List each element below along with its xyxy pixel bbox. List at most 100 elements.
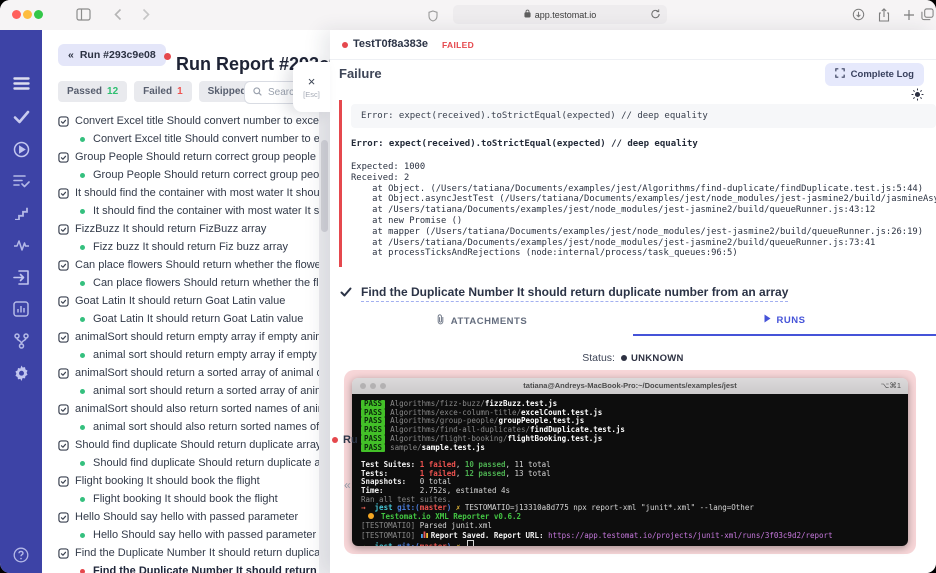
case-status-dot <box>80 389 85 394</box>
back-icon[interactable] <box>114 8 122 26</box>
test-suite-row[interactable]: animalSort should also return sorted nam… <box>42 400 330 418</box>
test-plans-icon[interactable] <box>0 168 42 194</box>
list-scrollbar[interactable] <box>319 82 330 573</box>
terminal-screenshot[interactable]: tatiana@Andreys-MacBook-Pro:~/Documents/… <box>352 378 908 546</box>
url-bar[interactable]: app.testomat.io <box>453 5 667 24</box>
filter-passed[interactable]: Passed 12 <box>58 81 127 102</box>
settings-gear-icon[interactable] <box>0 360 42 386</box>
new-tab-icon[interactable] <box>903 8 915 26</box>
test-suite-row[interactable]: Find the Duplicate Number It should retu… <box>42 544 330 562</box>
close-panel-button[interactable]: × [Esc] <box>293 62 330 112</box>
terminal-text: Test Suites: <box>361 460 415 469</box>
suite-icon <box>58 368 69 379</box>
help-icon[interactable] <box>0 542 42 568</box>
error-summary: Error: expect(received).toStrictEqual(ex… <box>351 104 936 128</box>
test-suite-row[interactable]: Group People Should return correct group… <box>42 148 330 166</box>
steps-icon[interactable] <box>0 200 42 226</box>
terminal-text: 2.752s, estimated 4s <box>420 486 510 495</box>
complete-log-button[interactable]: Complete Log <box>825 63 924 86</box>
import-icon[interactable] <box>0 264 42 290</box>
back-label: Run #293c9e08 <box>80 49 156 61</box>
test-case-row[interactable]: Flight booking It should book the flight <box>42 490 330 508</box>
close-window-button[interactable] <box>12 10 21 19</box>
suite-icon <box>58 548 69 559</box>
theme-sun-icon[interactable] <box>911 88 924 106</box>
case-status-dot <box>80 317 85 322</box>
stack-line: at Object.asyncJestTest (/Users/tatiana/… <box>351 194 936 205</box>
test-case-row[interactable]: Fizz buzz It should return Fiz buzz arra… <box>42 238 330 256</box>
forward-icon[interactable] <box>142 8 150 26</box>
suite-title: animalSort should return empty array if … <box>75 331 330 343</box>
test-suite-row[interactable]: Goat Latin It should return Goat Latin v… <box>42 292 330 310</box>
expand-icon <box>835 68 845 81</box>
tests-icon[interactable] <box>0 104 42 130</box>
test-suite-row[interactable]: It should find the container with most w… <box>42 184 330 202</box>
case-title: Convert Excel title Should convert numbe… <box>93 133 330 145</box>
collapse-icon[interactable]: « <box>344 478 351 492</box>
tab-overview-icon[interactable] <box>921 8 934 26</box>
zoom-window-button[interactable] <box>34 10 43 19</box>
case-title: Flight booking It should book the flight <box>93 493 278 505</box>
test-suite-row[interactable]: Flight booking It should book the flight <box>42 472 330 490</box>
suite-icon <box>58 296 69 307</box>
test-title[interactable]: Find the Duplicate Number It should retu… <box>361 285 788 302</box>
back-to-run-button[interactable]: « Run #293c9e08 <box>58 44 166 66</box>
terminal-text: 1 failed <box>420 469 456 478</box>
test-suite-row[interactable]: Hello Should say hello with passed param… <box>42 508 330 526</box>
case-title: Find the Duplicate Number It should retu… <box>93 565 330 573</box>
tab-attachments[interactable]: ATTACHMENTS <box>330 306 633 336</box>
suite-icon <box>58 188 69 199</box>
terminal-command: TESTOMATIO=j13310a8d775 npx report-xml "… <box>465 503 754 512</box>
test-suite-row[interactable]: animalSort should return empty array if … <box>42 328 330 346</box>
terminal-text: , <box>456 469 465 478</box>
terminal-text: flightBooking.test.js <box>507 434 602 443</box>
test-case-row[interactable]: Find the Duplicate Number It should retu… <box>42 562 330 573</box>
run-list-item-fragment: Ru <box>332 434 362 446</box>
branches-icon[interactable] <box>0 328 42 354</box>
test-case-row[interactable]: animal sort should also return sorted na… <box>42 418 330 436</box>
filter-chips: Passed 12 Failed 1 Skipped 0 <box>58 81 266 102</box>
tab-runs[interactable]: RUNS <box>633 306 936 336</box>
test-id[interactable]: TestT0f8a383e <box>353 38 428 50</box>
privacy-shield-icon[interactable] <box>428 9 438 27</box>
terminal-text: [TESTOMATIO] <box>361 521 415 530</box>
suite-icon <box>58 332 69 343</box>
stack-line: Expected: 1000 <box>351 162 936 173</box>
test-case-row[interactable]: Group People Should return correct group… <box>42 166 330 184</box>
test-suite-row[interactable]: FizzBuzz It should return FizBuzz array <box>42 220 330 238</box>
pulse-icon[interactable] <box>0 232 42 258</box>
menu-icon[interactable] <box>0 70 42 96</box>
downloads-icon[interactable] <box>852 8 865 26</box>
test-case-row[interactable]: animal sort should return empty array if… <box>42 346 330 364</box>
test-case-row[interactable]: Should find duplicate Should return dupl… <box>42 454 330 472</box>
share-icon[interactable] <box>878 8 890 27</box>
test-case-row[interactable]: Goat Latin It should return Goat Latin v… <box>42 310 330 328</box>
filter-failed[interactable]: Failed 1 <box>134 81 191 102</box>
suite-title: animalSort should also return sorted nam… <box>75 403 330 415</box>
sidebar-toggle-icon[interactable] <box>76 8 91 26</box>
failed-test-dot <box>342 42 348 48</box>
analytics-icon[interactable] <box>0 296 42 322</box>
suite-title: Group People Should return correct group… <box>75 151 316 163</box>
test-case-row[interactable]: Can place flowers Should return whether … <box>42 274 330 292</box>
case-title: It should find the container with most w… <box>93 205 330 217</box>
case-status-dot <box>80 209 85 214</box>
minimize-window-button[interactable] <box>23 10 32 19</box>
test-suite-row[interactable]: Convert Excel title Should convert numbe… <box>42 112 330 130</box>
reload-icon[interactable] <box>650 8 661 22</box>
test-suite-row[interactable]: animalSort should return a sorted array … <box>42 364 330 382</box>
suite-title: Find the Duplicate Number It should retu… <box>75 547 330 559</box>
test-case-row[interactable]: Convert Excel title Should convert numbe… <box>42 130 330 148</box>
terminal-text: ) <box>447 503 452 512</box>
failed-label: Failed <box>143 86 172 97</box>
test-case-row[interactable]: It should find the container with most w… <box>42 202 330 220</box>
failure-heading: Failure <box>339 66 382 81</box>
test-case-row[interactable]: Hello Should say hello with passed param… <box>42 526 330 544</box>
runs-icon[interactable] <box>0 136 42 162</box>
terminal-text: Report Saved. Report URL: <box>431 531 544 540</box>
test-suite-row[interactable]: Should find duplicate Should return dupl… <box>42 436 330 454</box>
terminal-text: groupPeople.test.js <box>498 416 584 425</box>
test-case-row[interactable]: animal sort should return a sorted array… <box>42 382 330 400</box>
test-suite-row[interactable]: Can place flowers Should return whether … <box>42 256 330 274</box>
case-title: Can place flowers Should return whether … <box>93 277 330 289</box>
